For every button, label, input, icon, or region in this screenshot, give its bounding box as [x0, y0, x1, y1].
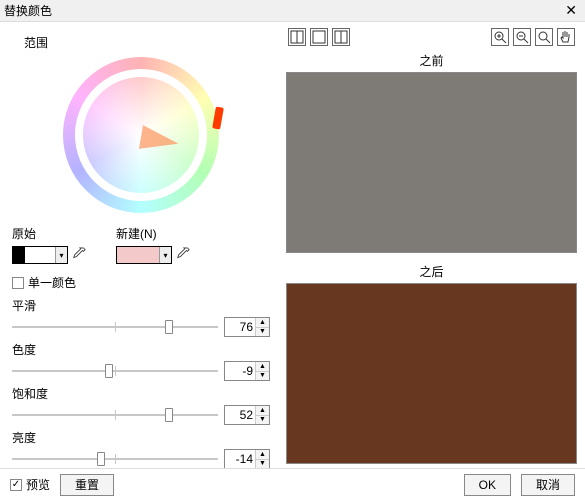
cancel-button[interactable]: 取消 [521, 474, 575, 496]
reset-button[interactable]: 重置 [60, 474, 114, 496]
lightness-down[interactable]: ▼ [256, 460, 269, 469]
zoom-in-button[interactable] [491, 28, 509, 46]
saturation-label: 饱和度 [12, 385, 270, 402]
single-color-label: 单一颜色 [28, 274, 76, 291]
preview-checkbox[interactable]: ✓ [10, 479, 22, 491]
single-color-checkbox[interactable] [12, 277, 24, 289]
lightness-input[interactable] [225, 450, 255, 468]
hue-up[interactable]: ▲ [256, 362, 269, 372]
hue-thumb[interactable] [105, 364, 113, 378]
lightness-label: 亮度 [12, 429, 270, 446]
layout-split-v-button[interactable] [288, 28, 306, 46]
right-panel: 之前 之后 [282, 22, 585, 468]
range-label: 范围 [24, 34, 270, 51]
saturation-down[interactable]: ▼ [256, 416, 269, 425]
saturation-input[interactable] [225, 406, 255, 424]
preview-toolbar [286, 28, 577, 46]
original-label: 原始 [12, 225, 86, 242]
original-swatch[interactable]: ▾ [12, 246, 68, 264]
swatch-dropdown-icon[interactable]: ▾ [159, 247, 171, 263]
single-color-row: 单一颜色 [12, 274, 270, 291]
sliders: 平滑 ▲▼ 色度 [12, 297, 270, 473]
hue-slider[interactable] [12, 363, 218, 379]
footer: ✓ 预览 重置 OK 取消 [0, 468, 585, 500]
new-swatch[interactable]: ▾ [116, 246, 172, 264]
smooth-label: 平滑 [12, 297, 270, 314]
smooth-thumb[interactable] [165, 320, 173, 334]
before-label: 之前 [286, 52, 577, 69]
ok-button[interactable]: OK [464, 474, 511, 496]
preview-after[interactable] [286, 283, 577, 464]
smooth-up[interactable]: ▲ [256, 318, 269, 328]
preview-before[interactable] [286, 72, 577, 253]
hue-input[interactable] [225, 362, 255, 380]
pan-button[interactable] [557, 28, 575, 46]
window-title: 替换颜色 [4, 2, 561, 19]
left-panel: 范围 原始 ▾ 新建(N) [0, 22, 282, 468]
lightness-slider[interactable] [12, 451, 218, 467]
eyedropper-icon [176, 247, 190, 261]
lightness-up[interactable]: ▲ [256, 450, 269, 460]
smooth-input[interactable] [225, 318, 255, 336]
close-button[interactable]: ✕ [561, 2, 581, 19]
after-label: 之后 [286, 263, 577, 280]
zoom-fit-button[interactable] [535, 28, 553, 46]
hue-label: 色度 [12, 341, 270, 358]
eyedropper-new[interactable] [176, 247, 190, 264]
hue-down[interactable]: ▼ [256, 372, 269, 381]
saturation-thumb[interactable] [165, 408, 173, 422]
content: 范围 原始 ▾ 新建(N) [0, 22, 585, 468]
titlebar: 替换颜色 ✕ [0, 0, 585, 22]
preview-checkbox-label: 预览 [26, 476, 50, 493]
color-wheel-container [12, 57, 270, 213]
swatch-row: 原始 ▾ 新建(N) ▾ [12, 225, 270, 264]
saturation-slider[interactable] [12, 407, 218, 423]
swatch-dropdown-icon[interactable]: ▾ [55, 247, 67, 263]
saturation-up[interactable]: ▲ [256, 406, 269, 416]
layout-single-button[interactable] [310, 28, 328, 46]
zoom-out-button[interactable] [513, 28, 531, 46]
layout-split-h-button[interactable] [332, 28, 350, 46]
smooth-slider[interactable] [12, 319, 218, 335]
smooth-down[interactable]: ▼ [256, 328, 269, 337]
eyedropper-icon [72, 247, 86, 261]
eyedropper-original[interactable] [72, 247, 86, 264]
color-wheel[interactable] [63, 57, 219, 213]
new-label: 新建(N) [116, 225, 190, 242]
lightness-thumb[interactable] [97, 452, 105, 466]
